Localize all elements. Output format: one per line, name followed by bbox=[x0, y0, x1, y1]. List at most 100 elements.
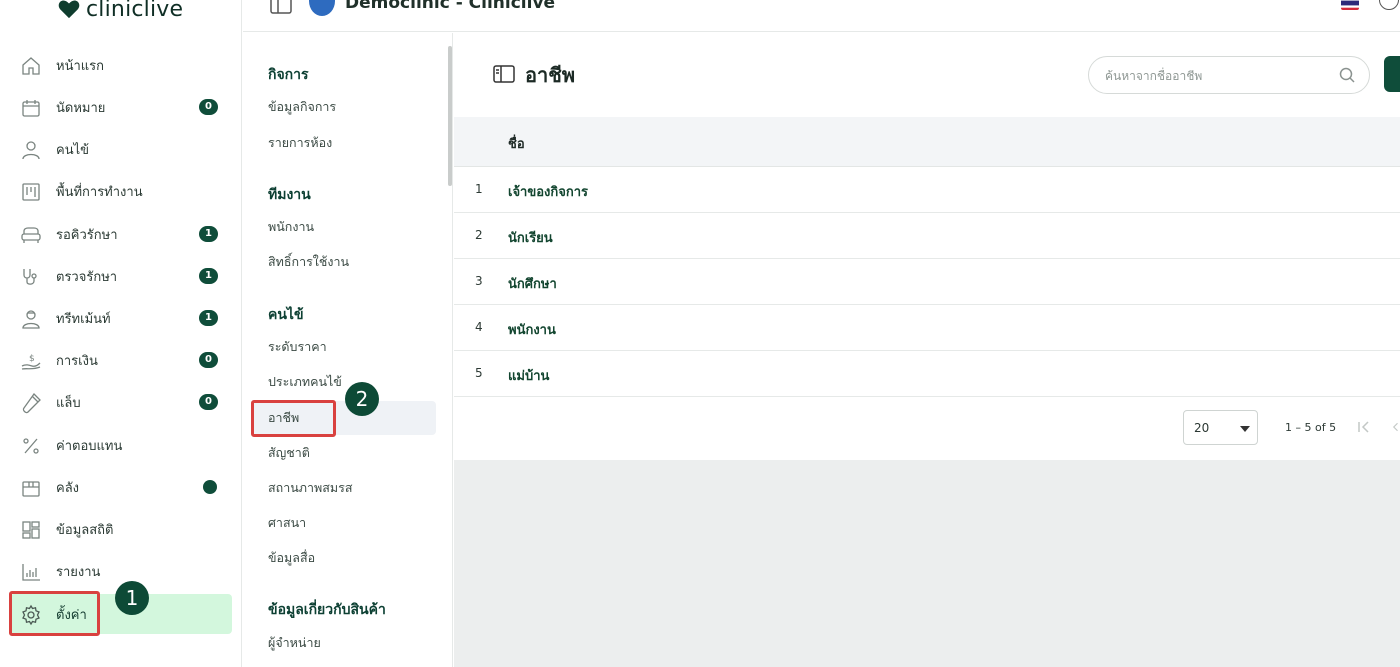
sidebar-toggle-icon[interactable] bbox=[269, 0, 293, 15]
clinic-title: Democlinic - Cliniclive bbox=[345, 0, 556, 13]
add-occupation-button[interactable] bbox=[1384, 56, 1400, 92]
sidebar-item-label: แล็บ bbox=[56, 395, 81, 411]
row-index: 2 bbox=[475, 228, 483, 242]
submenu-section-products: ข้อมูลเกี่ยวกับสินค้า bbox=[268, 602, 386, 618]
sidebar-item-patients[interactable]: คนไข้ bbox=[10, 130, 232, 168]
sidebar-item-label: ข้อมูลสถิติ bbox=[56, 522, 114, 538]
sidebar-item-label: คนไข้ bbox=[56, 142, 90, 158]
status-dot bbox=[203, 480, 217, 494]
chevron-down-icon bbox=[1240, 426, 1250, 432]
search-input[interactable] bbox=[1105, 66, 1325, 86]
row-index: 5 bbox=[475, 366, 483, 380]
app-logo[interactable]: cliniclive bbox=[58, 0, 183, 24]
previous-page-icon[interactable] bbox=[1390, 419, 1400, 435]
sidebar-item-workspace[interactable]: พื้นที่การทำงาน bbox=[10, 172, 232, 210]
dashboard-icon bbox=[22, 521, 40, 539]
bar-chart-icon bbox=[22, 564, 40, 581]
submenu-item-supplier[interactable]: ผู้จำหน่าย bbox=[253, 626, 436, 660]
row-index: 1 bbox=[475, 182, 483, 196]
calendar-icon bbox=[22, 100, 40, 117]
row-name: เจ้าของกิจการ bbox=[508, 185, 589, 200]
table-row[interactable]: 3 นักศึกษา bbox=[454, 259, 1400, 305]
submenu-item-label: รายการห้อง bbox=[268, 135, 333, 150]
heart-logo-icon bbox=[58, 0, 80, 19]
count-badge: 1 bbox=[199, 310, 218, 326]
clinic-avatar[interactable] bbox=[309, 0, 335, 16]
sidebar-item-label: นัดหมาย bbox=[56, 100, 106, 116]
occupation-highlight-box bbox=[251, 400, 336, 437]
submenu-section-patients: คนไข้ bbox=[268, 307, 304, 323]
settings-highlight-box bbox=[9, 591, 100, 636]
svg-text:$: $ bbox=[29, 354, 35, 364]
page-title: อาชีพ bbox=[525, 63, 575, 87]
sidebar-item-treatment[interactable]: ทรีทเม้นท์ 1 bbox=[10, 299, 232, 337]
search-icon[interactable] bbox=[1338, 66, 1356, 84]
search-box bbox=[1088, 56, 1370, 94]
submenu-item-label: สิทธิ์การใช้งาน bbox=[268, 254, 350, 269]
sidebar-item-home[interactable]: หน้าแรก bbox=[10, 46, 232, 84]
sidebar-item-statistics[interactable]: ข้อมูลสถิติ bbox=[10, 510, 232, 548]
submenu-item-nationality[interactable]: สัญชาติ bbox=[253, 436, 436, 470]
table-row[interactable]: 2 นักเรียน bbox=[454, 213, 1400, 259]
row-index: 3 bbox=[475, 274, 483, 288]
column-header-name[interactable]: ชื่อ bbox=[508, 133, 525, 154]
sidebar-item-label: ค่าตอบแทน bbox=[56, 438, 123, 454]
help-icon[interactable] bbox=[1379, 0, 1399, 10]
occupation-card: อาชีพ ชื่อ 1 เจ้าของกิจการ 2 นักเรียน 3 … bbox=[454, 33, 1400, 460]
sidebar-item-finance[interactable]: $ การเงิน 0 bbox=[10, 341, 232, 379]
row-name: พนักงาน bbox=[508, 323, 556, 338]
main-sidebar: cliniclive หน้าแรก นัดหมาย 0 คนไข้ พื้นท… bbox=[0, 0, 242, 667]
step-marker-2: 2 bbox=[345, 382, 379, 416]
sidebar-item-examination[interactable]: ตรวจรักษา 1 bbox=[10, 257, 232, 295]
panel-icon bbox=[493, 65, 515, 83]
sidebar-item-label: ทรีทเม้นท์ bbox=[56, 311, 111, 327]
submenu-item-permissions[interactable]: สิทธิ์การใช้งาน bbox=[253, 245, 436, 279]
sidebar-item-inventory[interactable]: คลัง bbox=[10, 468, 232, 506]
submenu-item-price-level[interactable]: ระดับราคา bbox=[253, 330, 436, 364]
table-row[interactable]: 5 แม่บ้าน bbox=[454, 351, 1400, 397]
submenu-item-label: สัญชาติ bbox=[268, 445, 310, 460]
table-row[interactable]: 1 เจ้าของกิจการ bbox=[454, 167, 1400, 213]
sidebar-item-label: การเงิน bbox=[56, 353, 98, 369]
submenu-scrollbar[interactable] bbox=[448, 46, 452, 186]
sidebar-item-appointments[interactable]: นัดหมาย 0 bbox=[10, 88, 232, 126]
sidebar-item-lab[interactable]: แล็บ 0 bbox=[10, 383, 232, 421]
sidebar-item-label: หน้าแรก bbox=[56, 58, 104, 74]
row-name: นักเรียน bbox=[508, 231, 553, 246]
percent-icon bbox=[23, 438, 39, 454]
count-badge: 1 bbox=[199, 226, 218, 242]
count-badge: 0 bbox=[199, 99, 218, 115]
submenu-item-patient-type[interactable]: ประเภทคนไข้ bbox=[253, 365, 436, 399]
submenu-item-religion[interactable]: ศาสนา bbox=[253, 506, 436, 540]
count-badge: 0 bbox=[199, 352, 218, 368]
submenu-item-staff[interactable]: พนักงาน bbox=[253, 210, 436, 244]
submenu-item-label: ข้อมูลกิจการ bbox=[268, 99, 337, 114]
logo-text: cliniclive bbox=[86, 0, 184, 22]
money-hand-icon: $ bbox=[21, 354, 41, 370]
submenu-item-label: ข้อมูลสื่อ bbox=[268, 550, 316, 565]
submenu-item-label: ระดับราคา bbox=[268, 339, 327, 354]
doctor-icon bbox=[22, 310, 40, 329]
first-page-icon[interactable] bbox=[1356, 419, 1372, 435]
submenu-item-media-info[interactable]: ข้อมูลสื่อ bbox=[253, 541, 436, 575]
count-badge: 0 bbox=[199, 394, 218, 410]
sidebar-item-waiting-queue[interactable]: รอคิวรักษา 1 bbox=[10, 215, 232, 253]
table-header: ชื่อ bbox=[454, 117, 1400, 167]
row-name: แม่บ้าน bbox=[508, 369, 550, 384]
home-icon bbox=[22, 57, 40, 75]
table-row[interactable]: 4 พนักงาน bbox=[454, 305, 1400, 351]
submenu-item-marital-status[interactable]: สถานภาพสมรส bbox=[253, 471, 436, 505]
person-icon bbox=[22, 141, 40, 160]
page-size-value: 20 bbox=[1194, 421, 1210, 435]
sidebar-item-label: รายงาน bbox=[56, 564, 101, 580]
step-marker-1: 1 bbox=[115, 581, 149, 615]
submenu-section-business: กิจการ bbox=[268, 67, 309, 83]
submenu-item-business-info[interactable]: ข้อมูลกิจการ bbox=[253, 90, 436, 124]
thai-flag-icon[interactable] bbox=[1341, 0, 1359, 10]
sidebar-item-label: ตรวจรักษา bbox=[56, 269, 118, 285]
submenu-item-room-list[interactable]: รายการห้อง bbox=[253, 126, 436, 160]
sidebar-item-label: คลัง bbox=[56, 480, 80, 496]
sidebar-item-commission[interactable]: ค่าตอบแทน bbox=[10, 426, 232, 464]
page-size-select[interactable]: 20 bbox=[1183, 410, 1258, 445]
kanban-icon bbox=[22, 183, 40, 201]
